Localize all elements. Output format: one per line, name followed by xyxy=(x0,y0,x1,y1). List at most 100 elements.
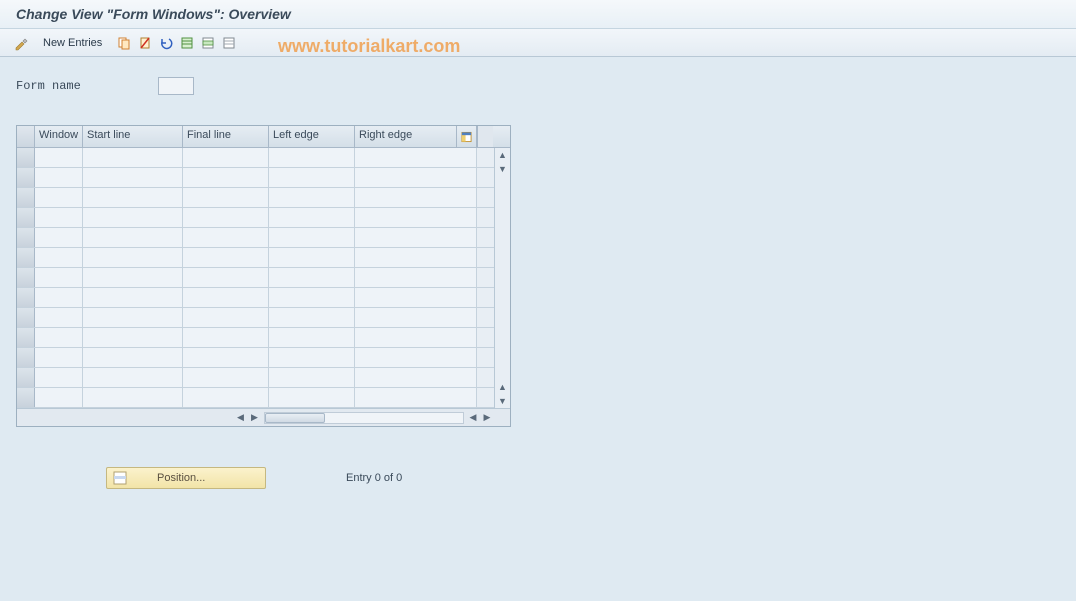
cell-start-line[interactable] xyxy=(83,248,183,267)
cell-window[interactable] xyxy=(35,208,83,227)
row-selector[interactable] xyxy=(17,188,35,207)
scroll-down-icon[interactable]: ▼ xyxy=(496,162,510,176)
cell-window[interactable] xyxy=(35,308,83,327)
cell-right-edge[interactable] xyxy=(355,288,477,307)
cell-left-edge[interactable] xyxy=(269,148,355,167)
cell-window[interactable] xyxy=(35,228,83,247)
cell-start-line[interactable] xyxy=(83,168,183,187)
cell-window[interactable] xyxy=(35,168,83,187)
form-name-input[interactable] xyxy=(158,77,194,95)
delete-icon[interactable] xyxy=(136,34,154,52)
cell-right-edge[interactable] xyxy=(355,248,477,267)
row-selector[interactable] xyxy=(17,328,35,347)
hscroll-track[interactable] xyxy=(264,412,465,424)
scroll-up-icon[interactable]: ▲ xyxy=(496,148,510,162)
cell-final-line[interactable] xyxy=(183,388,269,407)
cell-final-line[interactable] xyxy=(183,308,269,327)
cell-start-line[interactable] xyxy=(83,228,183,247)
cell-final-line[interactable] xyxy=(183,248,269,267)
cell-right-edge[interactable] xyxy=(355,388,477,407)
cell-left-edge[interactable] xyxy=(269,268,355,287)
cell-final-line[interactable] xyxy=(183,168,269,187)
row-selector[interactable] xyxy=(17,228,35,247)
tool-icon[interactable] xyxy=(12,34,30,52)
cell-start-line[interactable] xyxy=(83,348,183,367)
cell-window[interactable] xyxy=(35,148,83,167)
horizontal-scrollbar[interactable]: ◀ ▶ ◀ ▶ xyxy=(17,408,510,426)
select-block-icon[interactable] xyxy=(199,34,217,52)
cell-right-edge[interactable] xyxy=(355,168,477,187)
cell-final-line[interactable] xyxy=(183,188,269,207)
cell-start-line[interactable] xyxy=(83,388,183,407)
cell-window[interactable] xyxy=(35,348,83,367)
scroll-up-icon[interactable]: ▲ xyxy=(496,380,510,394)
cell-start-line[interactable] xyxy=(83,148,183,167)
cell-left-edge[interactable] xyxy=(269,208,355,227)
undo-icon[interactable] xyxy=(157,34,175,52)
cell-right-edge[interactable] xyxy=(355,368,477,387)
row-selector[interactable] xyxy=(17,148,35,167)
cell-left-edge[interactable] xyxy=(269,168,355,187)
cell-start-line[interactable] xyxy=(83,268,183,287)
cell-final-line[interactable] xyxy=(183,368,269,387)
cell-left-edge[interactable] xyxy=(269,368,355,387)
row-selector[interactable] xyxy=(17,268,35,287)
row-selector[interactable] xyxy=(17,368,35,387)
deselect-icon[interactable] xyxy=(220,34,238,52)
cell-right-edge[interactable] xyxy=(355,228,477,247)
cell-left-edge[interactable] xyxy=(269,388,355,407)
cell-right-edge[interactable] xyxy=(355,308,477,327)
cell-window[interactable] xyxy=(35,368,83,387)
cell-final-line[interactable] xyxy=(183,148,269,167)
scroll-right-icon[interactable]: ▶ xyxy=(480,411,494,425)
hscroll-thumb[interactable] xyxy=(265,413,325,423)
cell-start-line[interactable] xyxy=(83,288,183,307)
col-header-window[interactable]: Window xyxy=(35,126,83,147)
cell-window[interactable] xyxy=(35,248,83,267)
cell-final-line[interactable] xyxy=(183,208,269,227)
cell-left-edge[interactable] xyxy=(269,188,355,207)
cell-left-edge[interactable] xyxy=(269,348,355,367)
cell-right-edge[interactable] xyxy=(355,208,477,227)
cell-start-line[interactable] xyxy=(83,188,183,207)
cell-window[interactable] xyxy=(35,388,83,407)
cell-left-edge[interactable] xyxy=(269,308,355,327)
cell-window[interactable] xyxy=(35,328,83,347)
cell-start-line[interactable] xyxy=(83,208,183,227)
cell-right-edge[interactable] xyxy=(355,188,477,207)
cell-window[interactable] xyxy=(35,188,83,207)
cell-final-line[interactable] xyxy=(183,268,269,287)
cell-final-line[interactable] xyxy=(183,348,269,367)
scroll-down-icon[interactable]: ▼ xyxy=(496,394,510,408)
cell-left-edge[interactable] xyxy=(269,248,355,267)
scroll-right-icon[interactable]: ▶ xyxy=(248,411,262,425)
col-header-final-line[interactable]: Final line xyxy=(183,126,269,147)
cell-right-edge[interactable] xyxy=(355,328,477,347)
table-config-button[interactable] xyxy=(457,126,477,147)
new-entries-button[interactable]: New Entries xyxy=(39,35,106,51)
cell-right-edge[interactable] xyxy=(355,348,477,367)
row-selector-header[interactable] xyxy=(17,126,35,147)
cell-window[interactable] xyxy=(35,268,83,287)
cell-left-edge[interactable] xyxy=(269,328,355,347)
copy-icon[interactable] xyxy=(115,34,133,52)
row-selector[interactable] xyxy=(17,208,35,227)
row-selector[interactable] xyxy=(17,388,35,407)
cell-final-line[interactable] xyxy=(183,328,269,347)
cell-start-line[interactable] xyxy=(83,368,183,387)
cell-left-edge[interactable] xyxy=(269,228,355,247)
row-selector[interactable] xyxy=(17,288,35,307)
scroll-left-icon[interactable]: ◀ xyxy=(466,411,480,425)
cell-final-line[interactable] xyxy=(183,288,269,307)
row-selector[interactable] xyxy=(17,248,35,267)
vertical-scrollbar[interactable]: ▲ ▼ ▲ ▼ xyxy=(494,148,510,408)
position-button[interactable]: Position... xyxy=(106,467,266,489)
cell-right-edge[interactable] xyxy=(355,268,477,287)
row-selector[interactable] xyxy=(17,308,35,327)
select-all-icon[interactable] xyxy=(178,34,196,52)
col-header-left-edge[interactable]: Left edge xyxy=(269,126,355,147)
cell-start-line[interactable] xyxy=(83,328,183,347)
cell-start-line[interactable] xyxy=(83,308,183,327)
scroll-left-icon[interactable]: ◀ xyxy=(234,411,248,425)
cell-right-edge[interactable] xyxy=(355,148,477,167)
